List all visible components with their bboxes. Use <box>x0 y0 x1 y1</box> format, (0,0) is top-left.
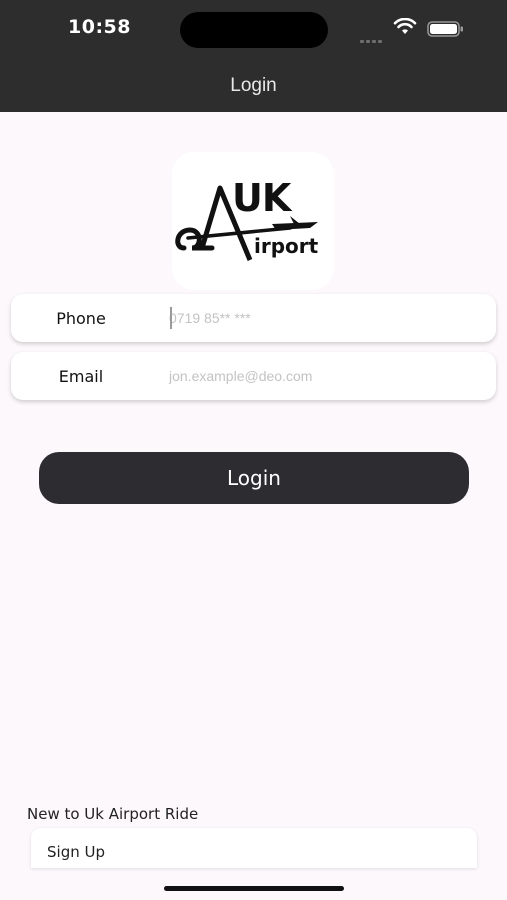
signup-prompt: New to Uk Airport Ride <box>27 805 199 823</box>
email-input[interactable] <box>159 362 489 390</box>
status-time: 10:58 <box>68 16 131 38</box>
status-bar: 10:58 <box>0 0 507 60</box>
dynamic-island <box>180 12 328 48</box>
phone-input[interactable] <box>159 304 489 332</box>
phone-field[interactable]: Phone <box>11 294 496 342</box>
airport-logo-mark <box>175 185 318 261</box>
login-button[interactable]: Login <box>39 452 469 504</box>
wifi-icon <box>393 18 417 34</box>
phone-label: Phone <box>56 309 106 328</box>
app-logo: UK irport <box>172 152 334 290</box>
cellular-signal-icon <box>360 30 384 48</box>
signup-button[interactable]: Sign Up <box>31 828 477 868</box>
logo-text-airport: irport <box>254 234 319 258</box>
email-field[interactable]: Email <box>11 352 496 400</box>
logo-text-uk: UK <box>232 176 291 220</box>
email-label: Email <box>58 367 104 386</box>
page-title: Login <box>230 75 277 96</box>
navigation-bar: Login <box>0 60 507 112</box>
home-indicator[interactable] <box>164 886 344 891</box>
text-cursor <box>170 307 172 329</box>
signup-label: Sign Up <box>47 843 105 861</box>
battery-icon <box>427 21 463 37</box>
